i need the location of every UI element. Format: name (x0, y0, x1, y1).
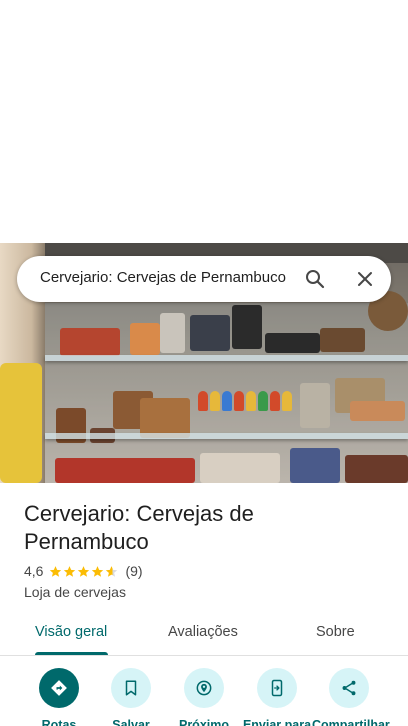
save-button-circle (111, 668, 151, 708)
photo-box (350, 401, 405, 421)
directions-label: Rotas (41, 718, 77, 726)
photo-wood-box (140, 398, 190, 438)
search-icon[interactable] (303, 267, 327, 291)
share-icon (342, 680, 356, 696)
map-blank-area (0, 0, 408, 243)
rating-value: 4,6 (24, 563, 44, 579)
nearby-button-circle (184, 668, 224, 708)
star-icon (78, 565, 90, 577)
save-label: Salvar (112, 718, 150, 726)
save-button[interactable]: Salvar (94, 668, 168, 726)
photo-figurines-row (200, 453, 280, 483)
photo-bottles (345, 455, 408, 483)
photo-bottles (300, 383, 330, 428)
directions-icon (51, 680, 67, 696)
photo-box (190, 315, 230, 351)
star-half-icon (106, 565, 118, 577)
photo-doll (130, 323, 160, 355)
photo-box (232, 305, 262, 349)
photo-box (160, 313, 185, 353)
photo-figurine (210, 391, 220, 411)
review-count: (9) (125, 563, 143, 579)
action-buttons: Rotas Salvar Próximo Enviar para Compart… (0, 668, 408, 726)
photo-figurine (258, 391, 268, 411)
place-title: Cervejario: Cervejas de Pernambuco (24, 501, 254, 554)
active-tab-indicator (35, 652, 108, 655)
tab-overview[interactable]: Visão geral (35, 624, 107, 640)
tab-about[interactable]: Sobre (316, 624, 355, 640)
share-button-circle (329, 668, 369, 708)
close-icon[interactable] (353, 267, 377, 291)
bookmark-icon (125, 680, 137, 696)
tab-bar: Visão geral Avaliações Sobre (0, 613, 408, 656)
rating-row[interactable]: 4,6 (9) (24, 563, 143, 579)
star-icon (92, 565, 104, 577)
share-button[interactable]: Compartilhar (312, 668, 390, 726)
photo-figurines-row (55, 458, 195, 483)
photo-box (290, 448, 340, 483)
photo-figurine (198, 391, 208, 411)
photo-yellow-bag (0, 363, 42, 483)
photo-bowl (320, 328, 365, 352)
send-to-phone-button-circle (257, 668, 297, 708)
send-to-phone-label: Enviar para (242, 718, 312, 726)
directions-button-circle (39, 668, 79, 708)
send-to-phone-button[interactable]: Enviar para (240, 668, 314, 726)
star-rating (49, 565, 119, 578)
nearby-label: Próximo (178, 718, 229, 726)
send-to-phone-icon (271, 679, 283, 697)
star-icon (50, 565, 62, 577)
photo-dolls-group (60, 328, 120, 356)
search-input[interactable]: Cervejario: Cervejas de Pernambuco (40, 269, 290, 286)
photo-figurine (246, 391, 256, 411)
place-category: Loja de cervejas (24, 584, 126, 600)
tab-reviews[interactable]: Avaliações (168, 624, 238, 640)
photo-figurine (270, 391, 280, 411)
nearby-button[interactable]: Próximo (167, 668, 241, 726)
directions-button[interactable]: Rotas (22, 668, 96, 726)
photo-figurine (234, 391, 244, 411)
photo-shelf (45, 433, 408, 439)
search-bar[interactable]: Cervejario: Cervejas de Pernambuco (17, 256, 391, 302)
photo-shelf (45, 355, 408, 361)
star-icon (64, 565, 76, 577)
photo-figurine (282, 391, 292, 411)
share-label: Compartilhar (312, 718, 390, 726)
photo-box (265, 333, 320, 353)
photo-figurine (222, 391, 232, 411)
nearby-icon (196, 680, 212, 696)
